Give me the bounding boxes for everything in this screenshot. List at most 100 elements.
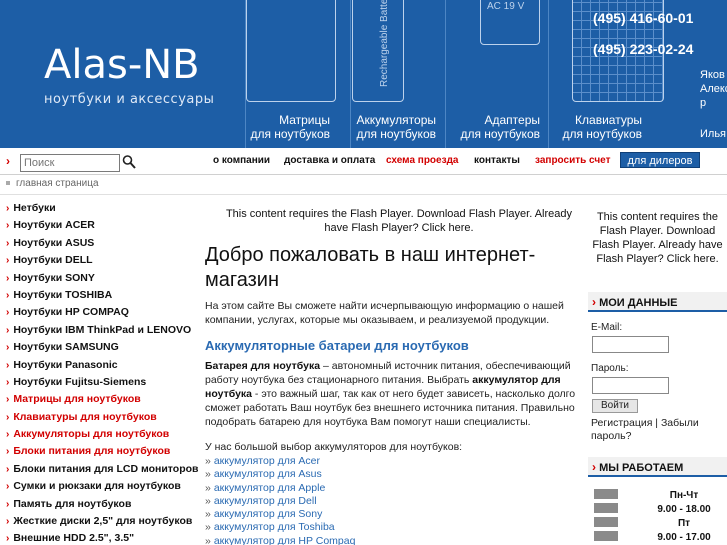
sidebar-item[interactable]: › Аккумуляторы для ноутбуков [0,426,200,443]
header-category-batteries[interactable]: Аккумуляторы для ноутбуков [350,113,436,141]
chevron-right-icon: › [6,154,10,168]
battery-link[interactable]: аккумулятор для Sony [214,508,323,520]
menu-link-about[interactable]: о компании [213,155,270,166]
flash-notice-right[interactable]: This content requires the Flash Player. … [588,210,727,266]
clock-icon [594,489,618,499]
phone-number-2: (495) 223-02-24 [593,41,694,57]
menu-link-delivery[interactable]: доставка и оплата [284,155,375,166]
sidebar-item[interactable]: › Ноутбуки Panasonic [0,357,200,374]
category-line: Адаптеры [484,113,540,127]
work-hours: Пн-Чт 9.00 - 18.00 Пт 9.00 - 17.00 [588,487,727,545]
sidebar-item[interactable]: › Ноутбуки DELL [0,252,200,269]
staff-names: Яков Алекс р Илья [700,68,727,141]
my-data-header: › МОИ ДАННЫЕ [588,292,727,312]
chevron-right-icon: › [6,481,10,493]
list-item[interactable]: » аккумулятор для Toshiba [205,521,585,534]
site-tagline: ноутбуки и аксессуары [44,92,215,107]
battery-link[interactable]: аккумулятор для Apple [214,482,325,494]
sidebar-item[interactable]: › Ноутбуки HP COMPAQ [0,304,200,321]
list-item[interactable]: » аккумулятор для HP Compaq [205,535,585,545]
dealers-button[interactable]: для дилеров [620,152,700,168]
bullet-icon: » [205,534,211,545]
sidebar-item[interactable]: › Внешние HDD 2.5", 3.5" [0,530,200,545]
sidebar-item-label: Ноутбуки SONY [13,271,95,284]
staff-name: Яков [700,69,725,81]
sidebar-item[interactable]: › Ноутбуки SONY [0,270,200,287]
category-line: для ноутбуков [460,127,540,141]
list-item[interactable]: » аккумулятор для Dell [205,495,585,508]
main-content: This content requires the Flash Player. … [205,207,585,545]
bold-text: Батарея для ноутбука [205,360,321,372]
password-field[interactable] [592,377,669,394]
list-item[interactable]: » аккумулятор для Apple [205,482,585,495]
clock-icon [594,517,618,527]
header-category-matrices[interactable]: Матрицы для ноутбуков [246,113,330,141]
category-line: Аккумуляторы [356,113,436,127]
breadcrumb: главная страница [6,178,99,189]
chevron-right-icon: › [6,289,10,301]
chevron-right-icon: › [592,460,596,474]
right-column: This content requires the Flash Player. … [588,210,727,545]
header-category-adapters[interactable]: Адаптеры для ноутбуков [446,113,540,141]
register-link[interactable]: Регистрация [591,417,652,429]
chevron-right-icon: › [6,429,10,441]
sidebar-item[interactable]: › Клавиатуры для ноутбуков [0,409,200,426]
sidebar-item[interactable]: › Ноутбуки ACER [0,217,200,234]
battery-link[interactable]: аккумулятор для Asus [214,468,322,480]
site-logo[interactable]: Alas-NB [44,42,200,88]
adapter-label: AC 19 V [487,1,525,12]
chevron-right-icon: › [6,359,10,371]
chevron-right-icon: › [6,376,10,388]
staff-name: р [700,97,707,109]
category-line: для ноутбуков [356,127,436,141]
email-field[interactable] [592,336,669,353]
battery-link[interactable]: аккумулятор для Dell [214,495,317,507]
battery-illustration: Rechargeable Battery [352,0,404,102]
sidebar-item[interactable]: › Ноутбуки ASUS [0,235,200,252]
chevron-right-icon: › [6,272,10,284]
chevron-right-icon: › [6,220,10,232]
sidebar-item[interactable]: › Матрицы для ноутбуков [0,391,200,408]
sidebar-item-label: Ноутбуки DELL [13,254,93,267]
search-input[interactable] [20,154,120,172]
battery-link[interactable]: аккумулятор для Acer [214,455,320,467]
list-item[interactable]: » аккумулятор для Sony [205,508,585,521]
sidebar-item[interactable]: › Сумки и рюкзаки для ноутбуков [0,478,200,495]
sidebar-item[interactable]: › Ноутбуки IBM ThinkPad и LENOVO [0,322,200,339]
site-header: Rechargeable Battery AC 19 V Alas-NB ноу… [0,0,727,148]
sidebar-item-label: Жесткие диски 2,5" для ноутбуков [13,515,193,528]
sidebar-item[interactable]: › Нетбуки [0,200,200,217]
sidebar-item-label: Внешние HDD 2.5", 3.5" [13,532,135,545]
sidebar-item-label: Ноутбуки ASUS [13,236,95,249]
list-item[interactable]: » аккумулятор для Acer [205,455,585,468]
divider [0,194,727,195]
battery-links-list: » аккумулятор для Acer» аккумулятор для As… [205,455,585,545]
bullet-icon: » [205,521,211,534]
sidebar-item[interactable]: › Ноутбуки TOSHIBA [0,287,200,304]
bullet-icon: » [205,455,211,467]
header-category-keyboards[interactable]: Клавиатуры для ноутбуков [548,113,642,141]
chevron-right-icon: › [6,237,10,249]
bullet-icon: » [205,468,211,481]
sidebar-item[interactable]: › Блоки питания для LCD мониторов [0,461,200,478]
sidebar-item[interactable]: › Ноутбуки Fujitsu-Siemens [0,374,200,391]
chevron-right-icon: › [6,394,10,406]
sidebar-item[interactable]: › Жесткие диски 2,5" для ноутбуков [0,513,200,530]
search-icon[interactable] [122,154,136,170]
menu-link-contacts[interactable]: контакты [474,155,520,166]
breadcrumb-home[interactable]: главная страница [16,178,99,189]
sidebar-item[interactable]: › Память для ноутбуков [0,496,200,513]
flash-notice[interactable]: This content requires the Flash Player. … [213,207,585,235]
battery-link[interactable]: аккумулятор для HP Compaq [214,535,356,545]
work-hours-header: › МЫ РАБОТАЕМ [588,457,727,477]
sidebar-item-label: Сумки и рюкзаки для ноутбуков [13,480,181,493]
sidebar-item[interactable]: › Ноутбуки SAMSUNG [0,339,200,356]
sidebar-item[interactable]: › Блоки питания для ноутбуков [0,443,200,460]
menu-link-directions[interactable]: схема проезда [386,155,458,166]
battery-link[interactable]: аккумулятор для Toshiba [214,521,335,533]
chevron-right-icon: › [6,203,10,214]
list-item[interactable]: » аккумулятор для Asus [205,468,585,481]
bullet-icon [6,181,10,186]
menu-link-request-invoice[interactable]: запросить счет [535,155,611,166]
login-button[interactable]: Войти [592,399,638,413]
